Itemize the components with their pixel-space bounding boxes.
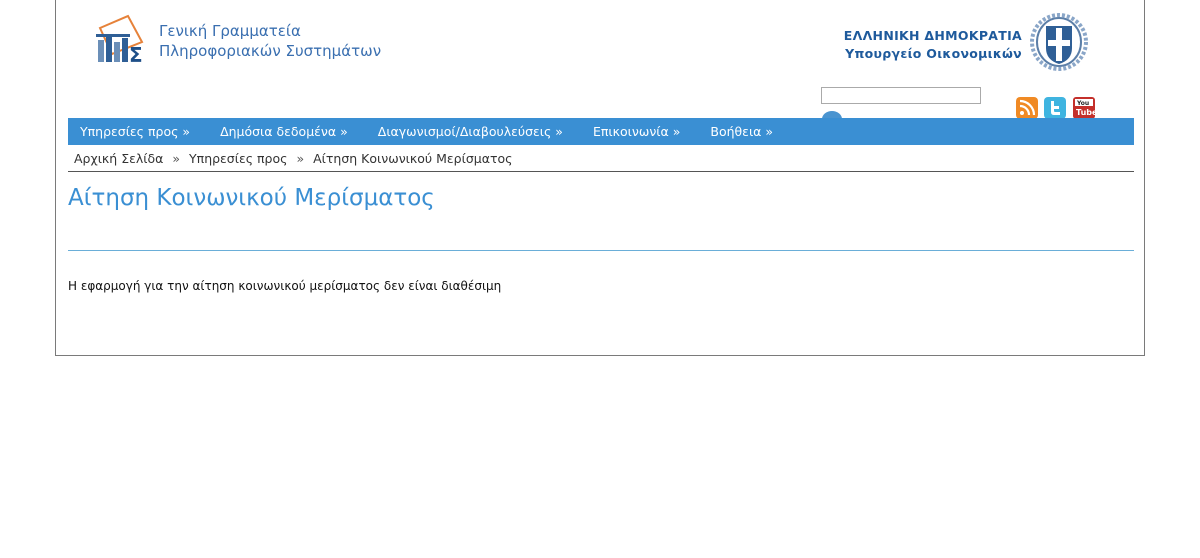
nav-item-contact[interactable]: Επικοινωνία » [593, 124, 680, 139]
org-name[interactable]: Γενική Γραμματεία Πληροφοριακών Συστημάτ… [159, 21, 381, 61]
youtube-icon[interactable]: You Tube [1073, 97, 1095, 119]
svg-text:You: You [1076, 100, 1089, 107]
breadcrumb: Αρχική Σελίδα » Υπηρεσίες προς » Αίτηση … [68, 146, 1134, 172]
government-name-line2: Υπουργείο Οικονομικών [845, 46, 1022, 61]
title-divider [68, 250, 1134, 251]
org-name-line2: Πληροφοριακών Συστημάτων [159, 42, 382, 60]
rss-icon[interactable] [1016, 97, 1038, 119]
breadcrumb-separator: » [172, 151, 181, 166]
org-name-line1: Γενική Γραμματεία [159, 22, 301, 40]
svg-text:Σ: Σ [129, 43, 143, 67]
greek-emblem-icon [1030, 13, 1088, 71]
search-input[interactable] [821, 87, 981, 104]
breadcrumb-services[interactable]: Υπηρεσίες προς [189, 151, 287, 166]
nav-item-public-data[interactable]: Δημόσια δεδομένα » [220, 124, 348, 139]
breadcrumb-separator: » [296, 151, 305, 166]
unavailable-message: Η εφαρμογή για την αίτηση κοινωνικού μερ… [68, 279, 502, 293]
twitter-icon[interactable] [1044, 97, 1066, 119]
main-navigation: Υπηρεσίες προς » Δημόσια δεδομένα » Διαγ… [68, 118, 1134, 145]
breadcrumb-current: Αίτηση Κοινωνικού Μερίσματος [313, 151, 513, 166]
nav-item-services[interactable]: Υπηρεσίες προς » [80, 124, 190, 139]
page-title: Αίτηση Κοινωνικού Μερίσματος [68, 185, 435, 211]
government-name: ΕΛΛΗΝΙΚΗ ΔΗΜΟΚΡΑΤΙΑ Υπουργείο Οικονομικώ… [844, 27, 1022, 63]
nav-item-help[interactable]: Βοήθεια » [710, 124, 773, 139]
breadcrumb-home[interactable]: Αρχική Σελίδα [74, 151, 163, 166]
nav-item-tenders-consultations[interactable]: Διαγωνισμοί/Διαβουλεύσεις » [378, 124, 563, 139]
svg-text:Tube: Tube [1076, 108, 1095, 117]
government-name-line1: ΕΛΛΗΝΙΚΗ ΔΗΜΟΚΡΑΤΙΑ [843, 28, 1022, 43]
page-container: Σ Γενική Γραμματεία Πληροφοριακών Συστημ… [55, 0, 1145, 356]
gsis-logo-icon[interactable]: Σ [92, 12, 148, 68]
